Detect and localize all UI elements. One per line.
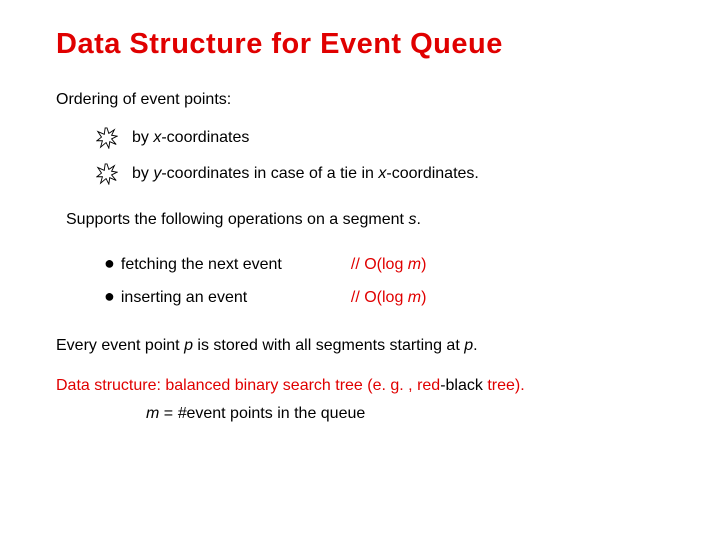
op-row-1: ● fetching the next event // O(log m) <box>104 255 672 274</box>
bullet-1-text: by x-coordinates <box>132 129 249 147</box>
txt: Supports the following operations on a s… <box>66 211 408 228</box>
op-2-complexity: // O(log m) <box>351 289 427 307</box>
txt: // O(log <box>351 289 408 306</box>
burst-icon <box>96 163 118 185</box>
op-1-label: fetching the next event <box>121 256 351 274</box>
txt-tree: tree <box>487 377 515 394</box>
bullet-row-1: by x-coordinates <box>96 127 672 149</box>
supports-heading: Supports the following operations on a s… <box>66 211 672 229</box>
txt: -coordinates <box>161 129 249 146</box>
txt: Every event point <box>56 337 184 354</box>
bullet-row-2: by y-coordinates in case of a tie in x-c… <box>96 163 672 185</box>
dot-bullet: ● <box>104 288 115 304</box>
slide-title: Data Structure for Event Queue <box>56 28 672 61</box>
var-p: p <box>184 337 193 354</box>
txt: // O(log <box>351 256 408 273</box>
txt: -black <box>440 377 487 394</box>
txt: by <box>132 165 153 182</box>
m-definition: m = #event points in the queue <box>146 405 672 423</box>
op-2-label: inserting an event <box>121 289 351 307</box>
txt: ) <box>421 289 426 306</box>
op-row-2: ● inserting an event // O(log m) <box>104 288 672 307</box>
var-m: m <box>408 289 421 306</box>
var-p: p <box>464 337 473 354</box>
txt: -coordinates. <box>386 165 479 182</box>
txt: by <box>132 129 153 146</box>
dot-bullet: ● <box>104 255 115 271</box>
var-m: m <box>408 256 421 273</box>
every-event-point: Every event point p is stored with all s… <box>56 337 672 355</box>
op-1-complexity: // O(log m) <box>351 256 427 274</box>
txt: ). <box>515 377 525 394</box>
txt: Data structure: balanced binary search t… <box>56 377 417 394</box>
txt: . <box>473 337 477 354</box>
txt: = <box>159 405 177 422</box>
bullet-2-text: by y-coordinates in case of a tie in x-c… <box>132 165 479 183</box>
txt: . <box>416 211 420 228</box>
txt: event points in the queue <box>186 405 365 422</box>
txt: -coordinates in case of a tie in <box>161 165 378 182</box>
data-structure-line: Data structure: balanced binary search t… <box>56 377 672 395</box>
var-m: m <box>146 405 159 422</box>
burst-icon <box>96 127 118 149</box>
txt: is stored with all segments starting at <box>193 337 464 354</box>
txt-red: red <box>417 377 440 394</box>
ordering-heading: Ordering of event points: <box>56 91 672 109</box>
txt: ) <box>421 256 426 273</box>
